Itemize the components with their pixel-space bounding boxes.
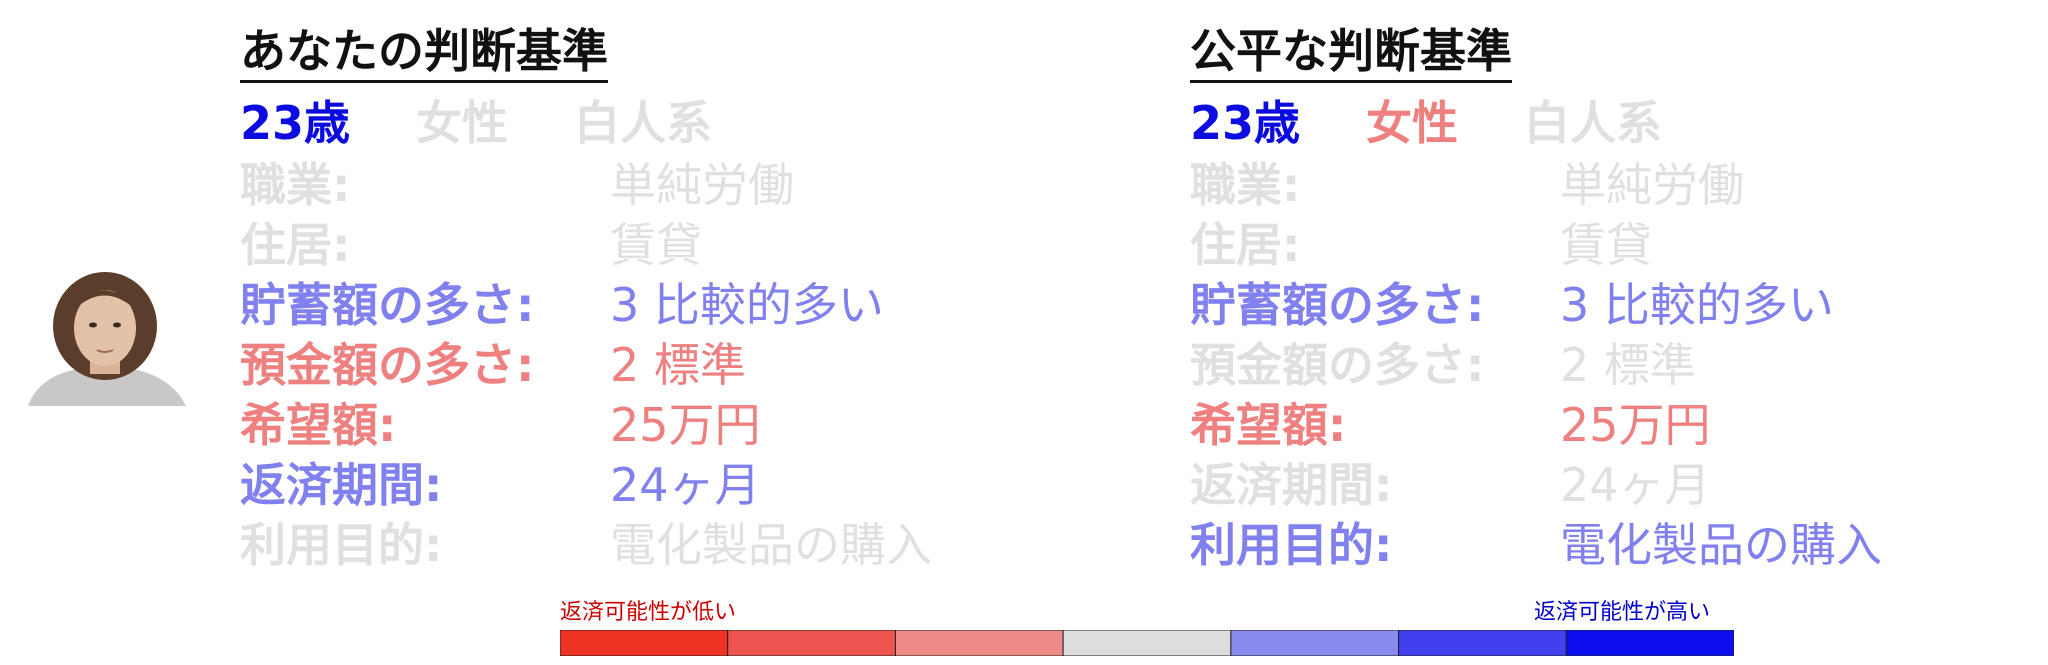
person-avatar-icon xyxy=(28,272,186,406)
color-scale-svg xyxy=(560,630,1734,656)
criterion-row-savings: 貯蓄額の多さ: 3 比較的多い xyxy=(240,275,1040,335)
criterion-value: 24ヶ月 xyxy=(610,458,761,512)
demographics: 23歳 女性 白人系 xyxy=(1190,91,1990,155)
criterion-row-repayment-period: 返済期間: 24ヶ月 xyxy=(1190,455,1990,515)
criterion-value: 25万円 xyxy=(1560,398,1711,452)
criterion-value: 電化製品の購入 xyxy=(1560,518,1882,572)
criterion-value: 25万円 xyxy=(610,398,761,452)
criterion-label: 貯蓄額の多さ: xyxy=(1190,278,1485,332)
criterion-label: 利用目的: xyxy=(240,518,443,572)
criterion-value: 単純労働 xyxy=(1560,158,1744,212)
criterion-value: 電化製品の購入 xyxy=(610,518,932,572)
scale-high-label: 返済可能性が高い xyxy=(1534,600,1711,625)
demographics: 23歳 女性 白人系 xyxy=(240,91,1040,155)
criterion-row-housing: 住居: 賃貸 xyxy=(240,215,1040,275)
criterion-value: 3 比較的多い xyxy=(610,278,884,332)
scale-segment xyxy=(1062,630,1232,656)
criterion-label: 職業: xyxy=(240,158,351,212)
demo-ethnicity: 白人系 xyxy=(574,96,713,150)
demo-ethnicity: 白人系 xyxy=(1524,96,1663,150)
demo-gender: 女性 xyxy=(1366,96,1459,150)
criterion-label: 利用目的: xyxy=(1190,518,1393,572)
scale-segment xyxy=(894,630,1064,656)
criterion-value: 賃貸 xyxy=(610,218,702,272)
demo-age: 23歳 xyxy=(1190,96,1301,150)
scale-segment xyxy=(560,630,729,656)
criterion-label: 返済期間: xyxy=(240,458,443,512)
scale-segment xyxy=(1565,630,1734,656)
criterion-value: 2 標準 xyxy=(1560,338,1696,392)
scale-segment xyxy=(1230,630,1400,656)
criterion-row-purpose: 利用目的: 電化製品の購入 xyxy=(1190,515,1990,575)
criterion-label: 住居: xyxy=(1190,218,1301,272)
scale-segment xyxy=(1398,630,1567,656)
criterion-label: 希望額: xyxy=(240,398,397,452)
criterion-row-savings: 貯蓄額の多さ: 3 比較的多い xyxy=(1190,275,1990,335)
criterion-row-requested-amount: 希望額: 25万円 xyxy=(1190,395,1990,455)
criterion-label: 預金額の多さ: xyxy=(240,338,535,392)
panel-title: あなたの判断基準 xyxy=(240,24,608,83)
criterion-row-occupation: 職業: 単純労働 xyxy=(240,155,1040,215)
scale-segment xyxy=(727,630,896,656)
demo-age: 23歳 xyxy=(240,96,351,150)
criterion-value: 単純労働 xyxy=(610,158,794,212)
portrait-photo xyxy=(18,270,192,406)
criterion-row-occupation: 職業: 単純労働 xyxy=(1190,155,1990,215)
fair-criteria-panel: 公平な判断基準 23歳 女性 白人系 職業: 単純労働 住居: 賃貸 貯蓄額の多… xyxy=(1190,24,1990,575)
criterion-label: 返済期間: xyxy=(1190,458,1393,512)
criterion-value: 24ヶ月 xyxy=(1560,458,1711,512)
color-scale-bar xyxy=(560,630,1734,656)
criterion-row-purpose: 利用目的: 電化製品の購入 xyxy=(240,515,1040,575)
criterion-label: 貯蓄額の多さ: xyxy=(240,278,535,332)
criterion-label: 住居: xyxy=(240,218,351,272)
criterion-row-repayment-period: 返済期間: 24ヶ月 xyxy=(240,455,1040,515)
your-criteria-panel: あなたの判断基準 23歳 女性 白人系 職業: 単純労働 住居: 賃貸 貯蓄額の… xyxy=(240,24,1040,575)
criterion-label: 希望額: xyxy=(1190,398,1347,452)
demo-gender: 女性 xyxy=(416,96,509,150)
criterion-label: 職業: xyxy=(1190,158,1301,212)
criterion-label: 預金額の多さ: xyxy=(1190,338,1485,392)
criterion-row-deposits: 預金額の多さ: 2 標準 xyxy=(240,335,1040,395)
criterion-value: 賃貸 xyxy=(1560,218,1652,272)
criterion-row-requested-amount: 希望額: 25万円 xyxy=(240,395,1040,455)
panel-title: 公平な判断基準 xyxy=(1190,24,1512,83)
criterion-value: 2 標準 xyxy=(610,338,746,392)
scale-low-label: 返済可能性が低い xyxy=(560,600,737,625)
criterion-row-housing: 住居: 賃貸 xyxy=(1190,215,1990,275)
criterion-value: 3 比較的多い xyxy=(1560,278,1834,332)
criterion-row-deposits: 預金額の多さ: 2 標準 xyxy=(1190,335,1990,395)
